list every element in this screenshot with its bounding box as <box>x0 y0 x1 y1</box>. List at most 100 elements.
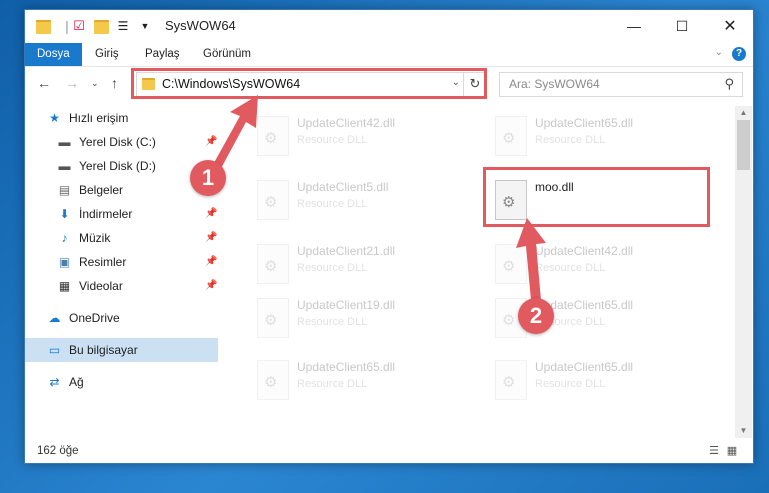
close-button[interactable]: ✕ <box>707 10 753 43</box>
search-box[interactable]: Ara: SysWOW64 ⚲ <box>499 72 743 97</box>
help-button[interactable]: ? <box>732 47 746 61</box>
video-icon: ▦ <box>58 279 71 293</box>
customize-toolbar-icon[interactable]: ☰ <box>115 18 131 34</box>
back-button[interactable]: ← <box>37 75 51 91</box>
file-list: ⚙ UpdateClient42.dll Resource DLL ⚙ Upda… <box>221 106 733 438</box>
sidebar-item-label: Müzik <box>79 231 111 245</box>
sidebar-item-videos[interactable]: ▦ Videolar 📌 <box>25 274 218 298</box>
file-name: UpdateClient65.dll <box>535 116 634 130</box>
file-item[interactable]: ⚙ UpdateClient42.dll Resource DLL <box>241 112 471 172</box>
file-item[interactable]: ⚙ UpdateClient65.dll Resource DLL <box>479 294 709 354</box>
dll-file-icon: ⚙ <box>495 244 527 284</box>
dll-file-icon: ⚙ <box>257 298 289 338</box>
ribbon-tabs: Dosya Giriş Paylaş Görünüm ⌄ ? <box>25 43 753 67</box>
navigation-pane: ★ Hızlı erişim ▬ Yerel Disk (C:) 📌 ▬ Yer… <box>25 106 218 438</box>
sidebar-item-label: Ağ <box>69 375 84 389</box>
network-icon: ⇄ <box>49 375 60 389</box>
scrollbar-thumb[interactable] <box>737 120 750 170</box>
file-type: Resource DLL <box>297 198 368 210</box>
address-path[interactable]: C:\Windows\SysWOW64 <box>162 77 300 91</box>
dll-file-icon: ⚙ <box>257 244 289 284</box>
file-item[interactable]: ⚙ UpdateClient65.dll Resource DLL <box>479 112 709 172</box>
download-icon: ⬇ <box>59 207 70 221</box>
up-button[interactable]: ↑ <box>111 75 118 91</box>
file-item[interactable]: ⚙ UpdateClient65.dll Resource DLL <box>479 356 709 416</box>
status-bar: 162 öğe ☰ ▦ <box>25 439 753 463</box>
large-icons-view-icon[interactable]: ▦ <box>725 444 739 458</box>
refresh-button[interactable]: ↻ <box>463 73 486 96</box>
sidebar-item-downloads[interactable]: ⬇ İndirmeler 📌 <box>25 202 218 226</box>
maximize-button[interactable]: ☐ <box>659 10 705 43</box>
new-folder-icon[interactable] <box>93 18 109 34</box>
sidebar-item-this-pc[interactable]: ▭ Bu bilgisayar <box>25 338 218 362</box>
expand-ribbon-icon[interactable]: ⌄ <box>715 47 723 58</box>
sidebar-item-documents[interactable]: ▤ Belgeler 📌 <box>25 178 218 202</box>
sidebar-item-network[interactable]: ⇄ Ağ <box>25 370 218 394</box>
file-name: moo.dll <box>535 180 574 194</box>
file-name: UpdateClient5.dll <box>297 180 389 194</box>
minimize-button[interactable]: — <box>611 10 657 43</box>
tab-share[interactable]: Paylaş <box>133 43 192 66</box>
file-name: UpdateClient65.dll <box>535 360 634 374</box>
folder-icon <box>35 18 51 34</box>
sidebar-item-pictures[interactable]: ▣ Resimler 📌 <box>25 250 218 274</box>
address-dropdown-icon[interactable]: ⌄ <box>452 77 460 88</box>
tab-view[interactable]: Görünüm <box>191 43 263 66</box>
properties-icon[interactable]: ☑ <box>71 18 87 34</box>
address-bar[interactable]: C:\Windows\SysWOW64 ⌄ ↻ <box>136 72 487 97</box>
sidebar-item-label: Yerel Disk (D:) <box>79 159 156 173</box>
file-name: UpdateClient19.dll <box>297 298 396 312</box>
sidebar-item-local-disk-d[interactable]: ▬ Yerel Disk (D:) <box>25 154 218 178</box>
pin-icon[interactable]: 📌 <box>205 250 217 274</box>
search-input[interactable]: Ara: SysWOW64 <box>509 77 600 91</box>
search-icon[interactable]: ⚲ <box>724 76 734 92</box>
scroll-up-icon[interactable]: ▲ <box>735 106 752 120</box>
file-type: Resource DLL <box>535 134 606 146</box>
sidebar-item-label: Yerel Disk (C:) <box>79 135 156 149</box>
sidebar-item-label: Bu bilgisayar <box>69 343 138 357</box>
title-bar: | ☑ ☰ ▼ SysWOW64 — ☐ ✕ <box>25 10 753 43</box>
file-item[interactable]: ⚙ UpdateClient42.dll Resource DLL <box>479 240 709 300</box>
sidebar-item-label: OneDrive <box>69 311 120 325</box>
tab-home[interactable]: Giriş <box>83 43 131 66</box>
drive-icon: ▬ <box>58 159 71 173</box>
sidebar-item-label: Videolar <box>79 279 123 293</box>
star-icon: ★ <box>49 111 60 125</box>
drive-icon: ▬ <box>58 135 71 149</box>
pin-icon[interactable]: 📌 <box>205 130 217 154</box>
pin-icon[interactable]: 📌 <box>205 226 217 250</box>
forward-button[interactable]: → <box>65 75 79 91</box>
sidebar-item-label: Hızlı erişim <box>69 111 129 125</box>
details-view-icon[interactable]: ☰ <box>707 444 721 458</box>
window-title: SysWOW64 <box>165 18 236 33</box>
tab-file[interactable]: Dosya <box>25 43 82 66</box>
pin-icon[interactable]: 📌 <box>205 202 217 226</box>
file-item-moo-dll[interactable]: ⚙ moo.dll <box>479 176 709 236</box>
pictures-icon: ▣ <box>58 255 71 269</box>
dll-file-icon: ⚙ <box>257 116 289 156</box>
file-item[interactable]: ⚙ UpdateClient19.dll Resource DLL <box>241 294 471 354</box>
dll-file-icon: ⚙ <box>495 180 527 220</box>
dll-file-icon: ⚙ <box>495 360 527 400</box>
scroll-down-icon[interactable]: ▼ <box>735 424 752 438</box>
file-item[interactable]: ⚙ UpdateClient21.dll Resource DLL <box>241 240 471 300</box>
file-explorer-window: | ☑ ☰ ▼ SysWOW64 — ☐ ✕ Dosya Giriş Payla… <box>24 9 754 464</box>
music-icon: ♪ <box>61 231 68 245</box>
sidebar-item-music[interactable]: ♪ Müzik 📌 <box>25 226 218 250</box>
file-type: Resource DLL <box>297 262 368 274</box>
sidebar-item-onedrive[interactable]: ☁ OneDrive <box>25 306 218 330</box>
pin-icon[interactable]: 📌 <box>205 274 217 298</box>
dll-file-icon: ⚙ <box>495 116 527 156</box>
file-item[interactable]: ⚙ UpdateClient65.dll Resource DLL <box>241 356 471 416</box>
computer-icon: ▭ <box>48 343 61 357</box>
chevron-down-icon[interactable]: ▼ <box>137 18 153 34</box>
sidebar-item-local-disk-c[interactable]: ▬ Yerel Disk (C:) 📌 <box>25 130 218 154</box>
sidebar-item-quick-access[interactable]: ★ Hızlı erişim <box>25 106 218 130</box>
file-name: UpdateClient65.dll <box>297 360 396 374</box>
vertical-scrollbar[interactable]: ▲ ▼ <box>735 106 752 438</box>
file-type: Resource DLL <box>535 262 606 274</box>
step-2-badge: 2 <box>518 298 554 334</box>
recent-locations-icon[interactable]: ⌄ <box>91 78 99 89</box>
file-item[interactable]: ⚙ UpdateClient5.dll Resource DLL <box>241 176 471 236</box>
document-icon: ▤ <box>58 183 71 197</box>
